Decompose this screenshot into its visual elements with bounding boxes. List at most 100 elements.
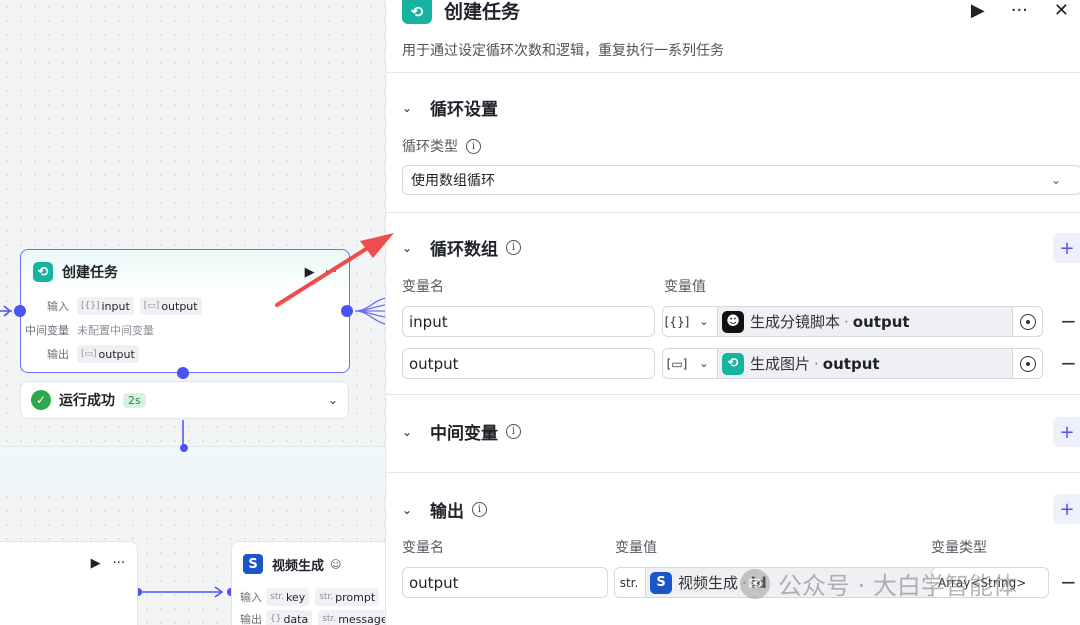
ref-field: output — [852, 312, 910, 331]
section-header[interactable]: ⌄ 输出 i — [402, 497, 487, 522]
chevron-down-icon[interactable]: ⌄ — [691, 315, 717, 328]
duration-badge: 2s — [123, 392, 146, 408]
array-var-value-ref[interactable]: [{}] ⌄ ☻ 生成分镜脚本 · output — [662, 306, 1043, 337]
tag-label: data — [283, 612, 309, 625]
output-var-name-input[interactable]: output — [402, 567, 608, 598]
loop-port[interactable] — [177, 367, 189, 379]
play-icon[interactable]: ▶ — [305, 265, 315, 280]
play-icon[interactable]: ▶ — [91, 556, 101, 571]
ref-separator: · — [814, 354, 819, 373]
chevron-down-icon[interactable]: ⌄ — [402, 503, 430, 517]
array-object-icon: [{}] — [664, 314, 690, 329]
array-var-name-input[interactable]: output — [402, 348, 655, 379]
loop-settings-section: ⌄ 循环设置 循环类型 i 使用数组循环 ⌄ — [386, 72, 1080, 212]
array-image-icon: [▭] — [143, 301, 160, 311]
run-icon[interactable]: ▶ — [971, 0, 985, 22]
watermark-text: 公众号 · 大白学智能体 — [778, 572, 1017, 600]
output-label: 输出 — [47, 348, 69, 361]
panel-description: 用于通过设定循环次数和逻辑，重复执行一系列任务 — [402, 43, 724, 59]
label-text: 循环类型 — [402, 139, 458, 155]
success-check-icon: ✓ — [31, 390, 51, 410]
more-icon[interactable]: ··· — [325, 265, 337, 280]
loop-type-label: 循环类型 i — [402, 136, 481, 156]
output-section: ⌄ 输出 i + 变量名 变量值 变量类型 output str. S 视频生成… — [386, 472, 1080, 625]
tag-label: output — [98, 347, 135, 361]
bot-icon: ☺ — [330, 557, 342, 571]
info-icon[interactable]: i — [472, 502, 487, 517]
loop-body-port[interactable] — [180, 444, 188, 452]
input-port[interactable] — [14, 305, 26, 317]
panel-header: ⟲ 创建任务 ▶ ··· ✕ 用于通过设定循环次数和逻辑，重复执行一系列任务 — [386, 0, 1080, 72]
info-icon[interactable]: i — [466, 138, 481, 154]
output-port[interactable] — [341, 305, 353, 317]
chevron-down-icon[interactable]: ⌄ — [402, 101, 430, 115]
loop-type-select[interactable]: 使用数组循环 ⌄ — [402, 165, 1080, 195]
wechat-icon: ✉ — [740, 568, 770, 599]
chevron-down-icon[interactable]: ⌄ — [691, 357, 717, 370]
middle-value: 未配置中间变量 — [77, 324, 154, 337]
input-tag: [▭] output — [139, 297, 202, 315]
node-middle-row: 中间变量 未配置中间变量 — [21, 318, 349, 342]
ref-field: output — [822, 354, 880, 373]
node-title: 创建任务 — [62, 265, 118, 281]
array-var-name-input[interactable]: input — [402, 306, 655, 337]
section-header[interactable]: ⌄ 循环设置 — [402, 95, 498, 120]
video-generate-node[interactable]: S 视频生成 ☺ 输入 str. key str. prompt 输出 {} data… — [231, 541, 386, 625]
chevron-down-icon[interactable]: ⌄ — [402, 425, 430, 439]
node-input-row: 输入 [{}] input [▭] output — [21, 294, 349, 318]
create-task-node[interactable]: ⟲ 创建任务 ▶ ··· 输入 [{}] input [▭] output 中间变量… — [20, 249, 350, 373]
array-object-icon: [{}] — [81, 301, 100, 311]
tag-label: output — [161, 299, 198, 313]
info-icon[interactable]: i — [506, 240, 521, 255]
section-header[interactable]: ⌄ 循环数组 i — [402, 235, 521, 260]
section-header[interactable]: ⌄ 中间变量 i — [402, 419, 521, 444]
section-title: 输出 — [430, 502, 464, 522]
col-var-name: 变量名 — [402, 279, 444, 295]
run-status-bar[interactable]: ✓ 运行成功 2s ⌄ — [20, 381, 349, 419]
output-tag: {} data — [266, 610, 313, 625]
info-icon[interactable]: i — [506, 424, 521, 439]
ref-source: 视频生成 — [678, 574, 739, 592]
remove-row-button[interactable]: − — [1060, 570, 1077, 594]
more-icon[interactable]: ··· — [1011, 0, 1028, 22]
remove-row-button[interactable]: − — [1060, 351, 1077, 375]
middle-label: 中间变量 — [25, 324, 69, 337]
section-title: 循环数组 — [430, 240, 498, 260]
more-icon[interactable]: ··· — [113, 556, 125, 571]
robot-icon: ☻ — [722, 310, 744, 333]
input-label: 输入 — [47, 300, 69, 313]
panel-title[interactable]: 创建任务 — [444, 0, 520, 24]
loop-icon: ⟲ — [402, 0, 432, 24]
array-var-value-ref[interactable]: [▭] ⌄ ⟲ 生成图片 · output — [662, 348, 1043, 379]
loop-icon: ⟲ — [722, 352, 744, 375]
ref-value: ⟲ 生成图片 · output — [717, 349, 1012, 378]
input-tag: str. prompt — [315, 588, 380, 606]
add-output-var-button[interactable]: + — [1053, 494, 1080, 524]
variable-ref-icon[interactable] — [1012, 307, 1042, 336]
add-array-var-button[interactable]: + — [1053, 233, 1080, 263]
section-title: 中间变量 — [430, 424, 498, 444]
chevron-down-icon[interactable]: ⌄ — [402, 241, 430, 255]
string-type-icon: str. — [270, 592, 284, 602]
remove-row-button[interactable]: − — [1060, 309, 1077, 333]
chevron-down-icon: ⌄ — [1050, 173, 1061, 187]
string-type-icon: str. — [322, 614, 337, 624]
output-tag: [▭] output — [77, 345, 139, 363]
node-input-row: 输入 str. key str. prompt — [232, 586, 386, 608]
col-var-value: 变量值 — [664, 279, 706, 295]
input-tag: str. key — [266, 588, 310, 606]
col-var-name: 变量名 — [402, 540, 444, 556]
ref-source: 生成分镜脚本 — [750, 313, 841, 331]
select-value: 使用数组循环 — [411, 173, 495, 189]
section-title: 循环设置 — [430, 100, 498, 120]
previous-node[interactable]: ▶ ··· — [0, 541, 138, 625]
workflow-canvas[interactable]: ⟲ 创建任务 ▶ ··· 输入 [{}] input [▭] output 中间变量… — [0, 0, 386, 625]
string-type-icon: str. — [619, 575, 639, 590]
tag-label: input — [101, 299, 130, 313]
add-middle-var-button[interactable]: + — [1053, 417, 1080, 447]
chevron-down-icon[interactable]: ⌄ — [328, 393, 338, 407]
s-logo-icon: S — [650, 571, 672, 594]
close-icon[interactable]: ✕ — [1054, 0, 1069, 22]
node-output-row: 输出 {} data str. message — [232, 608, 386, 625]
variable-ref-icon[interactable] — [1012, 349, 1042, 378]
